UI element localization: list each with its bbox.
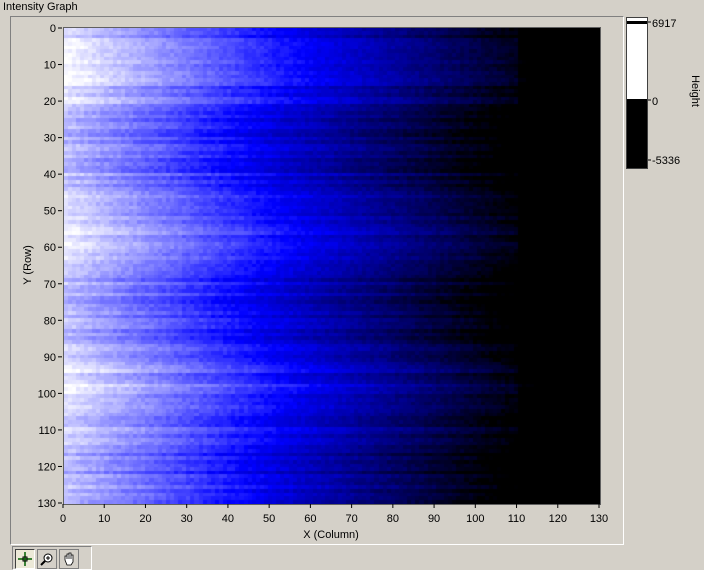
- cursor-crosshair-icon: [18, 552, 32, 566]
- colorscale-max-label: 6917: [652, 18, 676, 30]
- pan-hand-icon: [64, 552, 74, 566]
- intensity-plot-area[interactable]: [63, 27, 601, 505]
- cursor-tool-button[interactable]: [15, 549, 35, 569]
- colorscale-marker[interactable]: [627, 21, 647, 24]
- colorscale-min-label: -5336: [652, 155, 680, 167]
- colorscale-bar[interactable]: [626, 17, 648, 169]
- colorscale-label: Height: [689, 75, 701, 107]
- graph-palette: [12, 546, 92, 570]
- intensity-heatmap[interactable]: [64, 28, 600, 504]
- zoom-icon: [40, 553, 53, 566]
- colorscale-mid-label: 0: [652, 96, 658, 108]
- zoom-tool-button[interactable]: [37, 549, 57, 569]
- pan-tool-button[interactable]: [59, 549, 79, 569]
- graph-title: Intensity Graph: [3, 1, 78, 13]
- colorscale-high-region: [627, 18, 647, 99]
